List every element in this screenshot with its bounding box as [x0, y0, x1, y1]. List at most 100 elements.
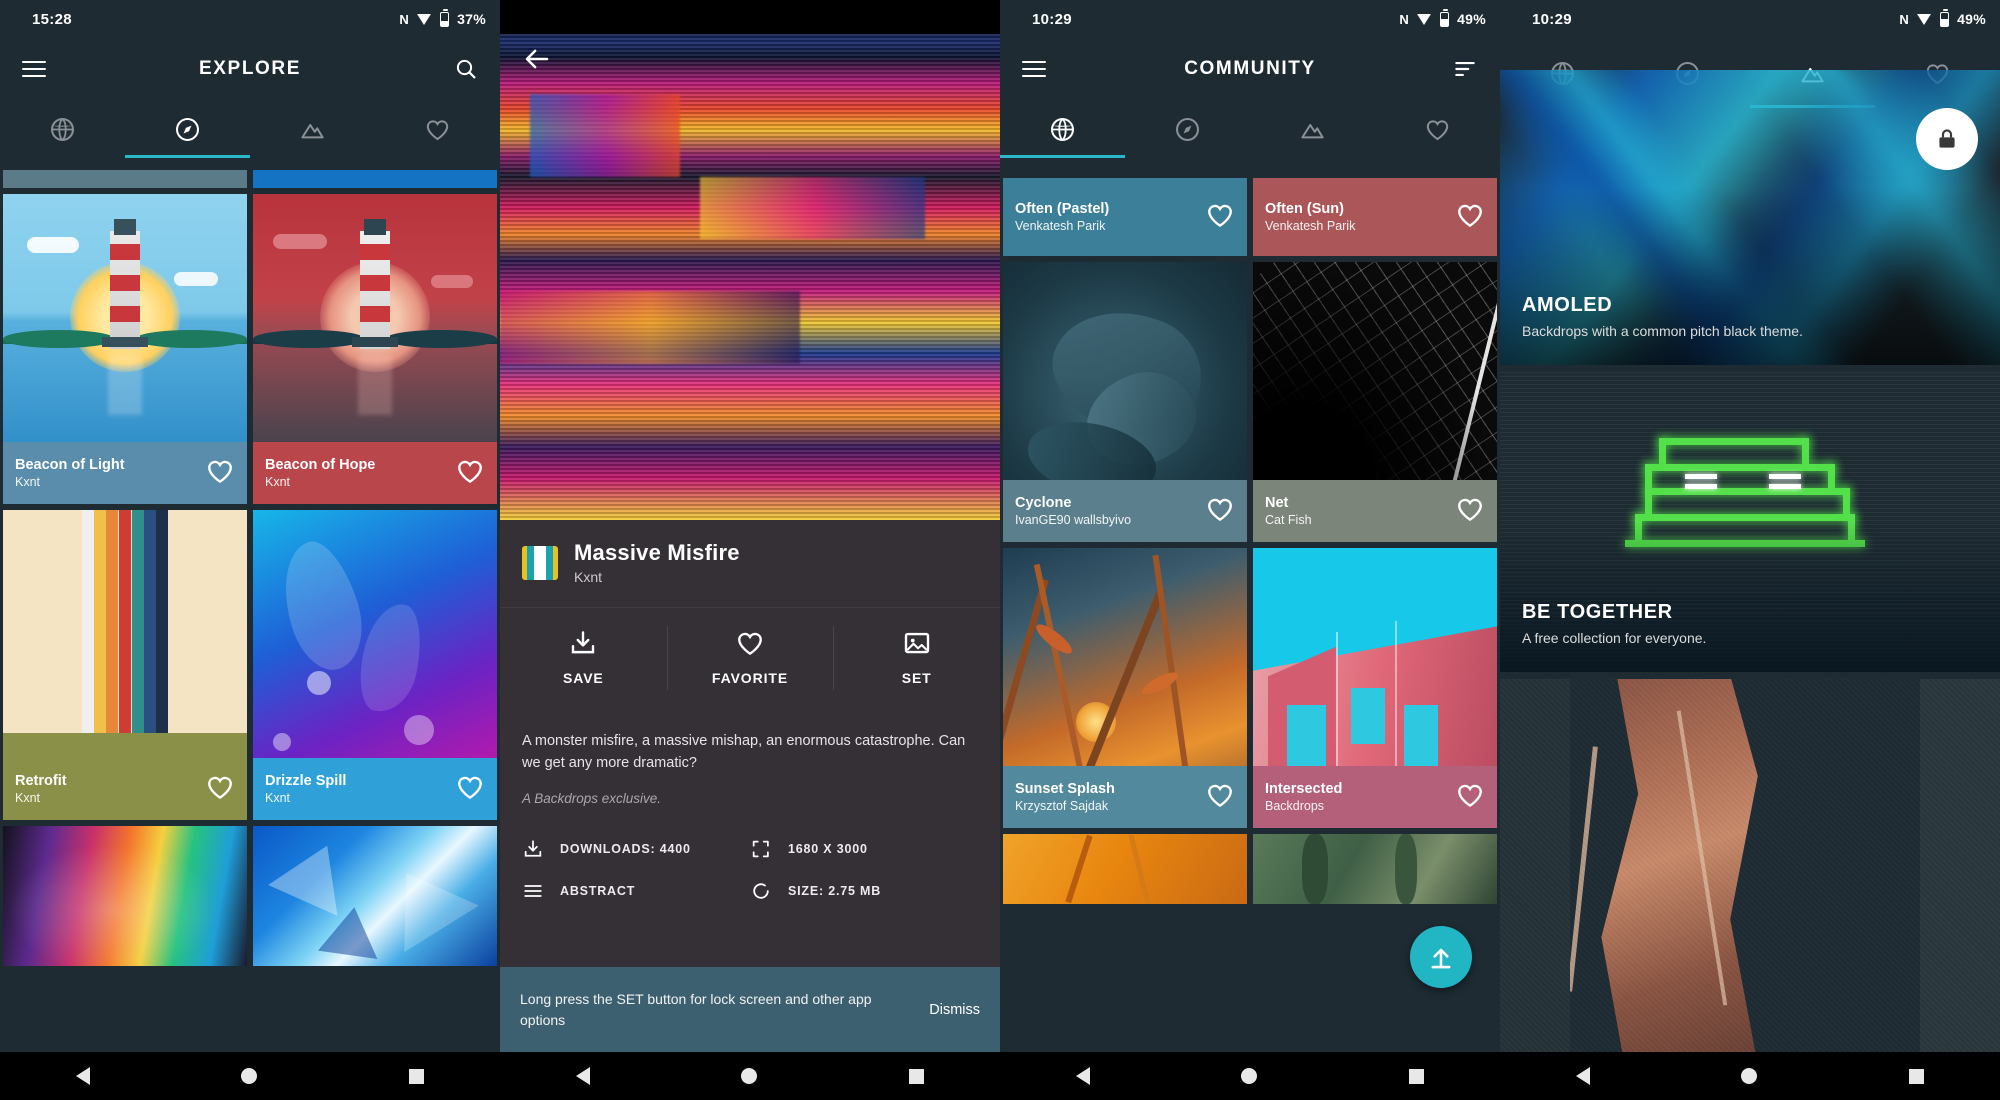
card-wallpaper-partial[interactable]: [1003, 834, 1247, 904]
card-author: IvanGE90 wallsbyivo: [1015, 513, 1132, 527]
status-bar-3: 10:29 N 49%: [1000, 0, 1500, 38]
favorite-button[interactable]: FAVORITE: [666, 608, 834, 708]
favorite-heart-icon[interactable]: [1205, 780, 1235, 815]
card-author: Kxnt: [265, 475, 291, 489]
tab-globe[interactable]: [1000, 100, 1125, 158]
battery-icon: [1940, 9, 1950, 27]
favorite-heart-icon[interactable]: [205, 772, 235, 807]
card-wallpaper[interactable]: Drizzle Spill Kxnt: [253, 510, 497, 820]
set-button[interactable]: SET: [833, 608, 1000, 708]
wallpaper-title: Massive Misfire: [574, 540, 740, 565]
back-nav-icon[interactable]: [1075, 1067, 1090, 1085]
home-nav-icon[interactable]: [1241, 1068, 1258, 1084]
favorite-heart-icon[interactable]: [1205, 200, 1235, 235]
tab-bar-3: [1000, 100, 1500, 158]
collection-title: BE TOGETHER: [1522, 601, 1673, 623]
tab-favorites[interactable]: [375, 100, 500, 158]
meta-size-text: SIZE: 2.75 MB: [788, 883, 882, 898]
home-nav-icon[interactable]: [741, 1068, 758, 1084]
card-wallpaper[interactable]: Cyclone IvanGE90 wallsbyivo: [1003, 262, 1247, 542]
card-author: Venkatesh Parik: [1265, 219, 1356, 233]
collection-card-amoled[interactable]: AMOLED Backdrops with a common pitch bla…: [1500, 70, 2000, 365]
tab-favorites[interactable]: [1375, 100, 1500, 158]
hamburger-menu-icon[interactable]: [1022, 60, 1046, 78]
search-icon[interactable]: [454, 57, 478, 81]
favorite-heart-icon[interactable]: [205, 456, 235, 491]
tab-explore[interactable]: [1125, 100, 1250, 158]
card-wallpaper-partial[interactable]: Often (Sun) Venkatesh Parik: [1253, 178, 1497, 256]
tab-collections[interactable]: [1250, 100, 1375, 158]
tab-explore[interactable]: [125, 100, 250, 158]
recents-nav-icon[interactable]: [409, 1068, 425, 1084]
home-nav-icon[interactable]: [241, 1068, 258, 1084]
card-wallpaper[interactable]: Sunset Splash Krzysztof Sajdak: [1003, 548, 1247, 828]
save-button[interactable]: SAVE: [500, 608, 667, 708]
panel-wallpaper-detail: Massive Misfire Kxnt SAVE FAVORITE SET A…: [500, 0, 1000, 1100]
favorite-heart-icon[interactable]: [1455, 494, 1485, 529]
card-wallpaper[interactable]: Intersected Backdrops: [1253, 548, 1497, 828]
favorite-label: FAVORITE: [711, 670, 789, 686]
card-wallpaper-partial[interactable]: Often (Pastel) Venkatesh Parik: [1003, 178, 1247, 256]
card-wallpaper-partial[interactable]: [3, 826, 247, 966]
collection-card-aerial[interactable]: [1500, 679, 2000, 1052]
back-nav-icon[interactable]: [575, 1067, 590, 1085]
card-label: Net Cat Fish: [1253, 480, 1497, 542]
back-arrow-icon[interactable]: [522, 44, 552, 79]
tab-globe[interactable]: [0, 100, 125, 158]
wifi-icon: [1917, 13, 1932, 25]
card-wallpaper[interactable]: Retrofit Kxnt: [3, 510, 247, 820]
back-nav-icon[interactable]: [1575, 1067, 1590, 1085]
app-bar-2: [500, 30, 1000, 92]
favorite-heart-icon[interactable]: [1455, 780, 1485, 815]
card-author: Kxnt: [15, 475, 41, 489]
tab-indicator: [1000, 155, 1125, 158]
card-label: Retrofit Kxnt: [3, 758, 247, 820]
card-label: Often (Sun) Venkatesh Parik: [1253, 178, 1497, 256]
snackbar-message: Long press the SET button for lock scree…: [520, 991, 872, 1028]
recents-nav-icon[interactable]: [1909, 1068, 1925, 1084]
lock-icon-button[interactable]: [1916, 108, 1978, 170]
palette-swatch-icon: [522, 545, 558, 580]
wallpaper-grid-1: Beacon of Light Kxnt Retrofit Kxnt Beaco…: [0, 170, 500, 1052]
favorite-heart-icon[interactable]: [1455, 200, 1485, 235]
snackbar: Long press the SET button for lock scree…: [500, 967, 1000, 1052]
card-title: Net: [1265, 495, 1289, 511]
page-title: COMMUNITY: [1184, 58, 1316, 79]
panel-explore: 15:28 N 37% EXPLORE Beacon of Light Kxnt…: [0, 0, 500, 1100]
card-wallpaper[interactable]: Net Cat Fish: [1253, 262, 1497, 542]
card-wallpaper[interactable]: Beacon of Hope Kxnt: [253, 194, 497, 504]
app-bar-3: COMMUNITY: [1000, 38, 1500, 100]
card-cut-top-right[interactable]: [253, 170, 497, 188]
recents-nav-icon[interactable]: [1409, 1068, 1425, 1084]
hamburger-menu-icon[interactable]: [22, 60, 46, 78]
card-title: Beacon of Light: [15, 457, 125, 473]
favorite-heart-icon[interactable]: [1205, 494, 1235, 529]
card-title: Often (Pastel): [1015, 201, 1110, 217]
home-nav-icon[interactable]: [1741, 1068, 1758, 1084]
upload-fab-button[interactable]: [1410, 926, 1472, 988]
sort-icon[interactable]: [1452, 56, 1478, 82]
card-wallpaper-partial[interactable]: [1253, 834, 1497, 904]
dismiss-button[interactable]: Dismiss: [913, 1002, 980, 1018]
battery-percent: 49%: [1457, 11, 1486, 27]
collection-card-be-together[interactable]: BE TOGETHER A free collection for everyo…: [1500, 372, 2000, 672]
card-title: Retrofit: [15, 773, 67, 789]
collection-subtitle: A free collection for everyone.: [1522, 630, 1707, 646]
card-wallpaper-partial[interactable]: [253, 826, 497, 966]
metadata-grid: DOWNLOADS: 4400 1680 X 3000 ABSTRACT SIZ…: [500, 806, 1000, 934]
collection-title: AMOLED: [1522, 294, 1613, 316]
nav-bar-4: [1500, 1052, 2000, 1100]
card-title: Often (Sun): [1265, 201, 1344, 217]
tab-collections[interactable]: [250, 100, 375, 158]
back-nav-icon[interactable]: [75, 1067, 90, 1085]
card-cut-top-left[interactable]: [3, 170, 247, 188]
card-label: Drizzle Spill Kxnt: [253, 758, 497, 820]
card-author: Cat Fish: [1265, 513, 1312, 527]
artwork-golden-leaf: [1003, 834, 1247, 904]
favorite-heart-icon[interactable]: [455, 772, 485, 807]
card-author: Backdrops: [1265, 799, 1325, 813]
favorite-heart-icon[interactable]: [455, 456, 485, 491]
recents-nav-icon[interactable]: [909, 1068, 925, 1084]
card-wallpaper[interactable]: Beacon of Light Kxnt: [3, 194, 247, 504]
card-label: Beacon of Hope Kxnt: [253, 442, 497, 504]
